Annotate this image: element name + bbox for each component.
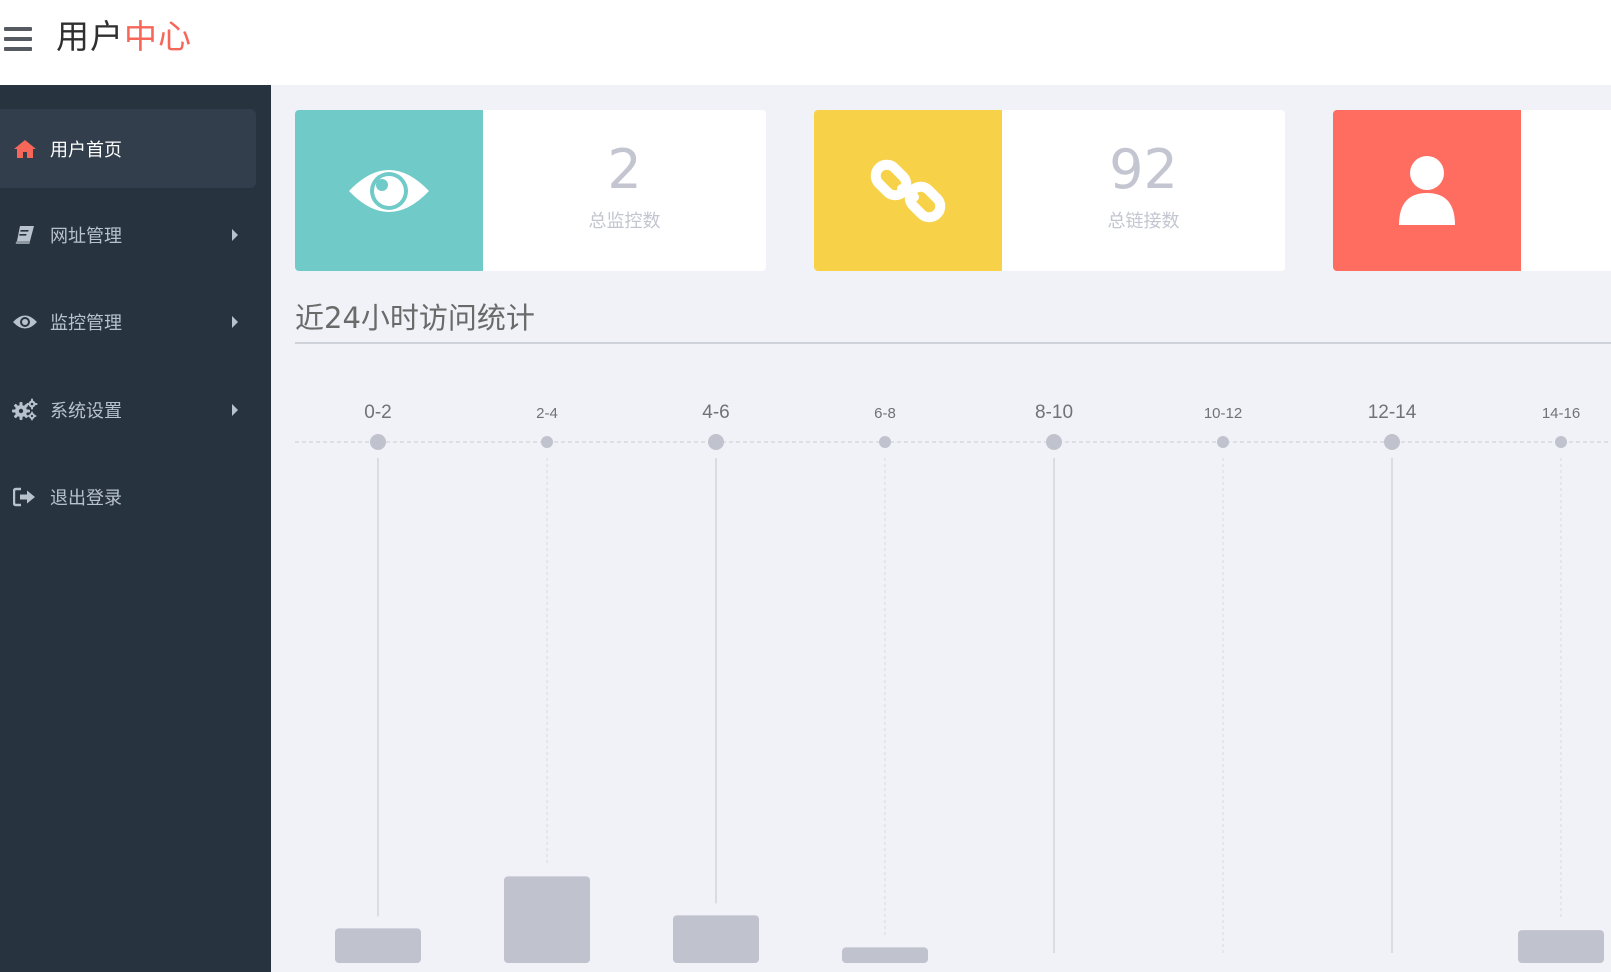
stat-card-users [1333,110,1611,271]
section-title: 近24小时访问统计 [295,301,535,335]
timeline-node [1217,436,1229,448]
category-label: 2-4 [536,405,558,422]
sidebar-item-label: 系统设置 [50,400,122,422]
bar [335,928,421,963]
sidebar-item-label: 用户首页 [50,139,122,161]
sidebar-item-label: 网址管理 [50,225,122,247]
eye-icon [295,110,483,271]
timeline-node [1555,436,1567,448]
hamburger-icon[interactable] [4,27,34,51]
caret-right-icon [232,228,238,241]
visits-chart: 0-2 2-4 4-6 6-8 8-10 10-12 12-14 14-16 [295,402,1611,963]
app-title: 用户中心 [56,14,192,60]
timeline-node [1384,434,1400,450]
sidebar-item-logout[interactable]: 退出登录 [0,457,256,536]
bar [1518,930,1604,963]
app-title-accent: 中心 [124,17,192,56]
category-label: 6-8 [874,405,896,422]
sidebar-item-url-management[interactable]: 网址管理 [0,195,256,274]
link-icon [814,110,1002,271]
gears-icon [12,398,38,421]
category-label: 10-12 [1204,405,1242,422]
timeline-node [541,436,553,448]
eye-icon [12,311,38,333]
bar [504,876,590,963]
caret-right-icon [232,315,238,328]
timeline-node [708,434,724,450]
category-label: 14-16 [1542,405,1580,422]
user-icon [1333,110,1521,271]
top-header: 用户中心 [0,0,1611,85]
timeline-node [1046,434,1062,450]
timeline-node [370,434,386,450]
stat-label: 总监控数 [588,211,661,232]
home-icon [12,138,38,160]
category-label: 4-6 [702,402,729,423]
timeline-node [879,436,891,448]
app-title-main: 用户 [56,17,124,56]
book-icon [12,224,38,246]
section-divider [295,342,1611,344]
category-label: 8-10 [1035,402,1073,423]
bar [842,947,928,963]
category-label: 0-2 [364,402,391,423]
stat-value: 2 [607,138,642,201]
category-label: 12-14 [1368,402,1417,423]
sidebar-item-home[interactable]: 用户首页 [0,109,256,188]
bar [673,915,759,963]
stat-value: 92 [1109,138,1178,201]
sidebar: 用户首页 网址管理 监控管理 系统设置 退出登录 [0,85,271,972]
stat-card-monitors: 2 总监控数 [295,110,766,271]
stat-card-links: 92 总链接数 [814,110,1285,271]
sidebar-item-monitor-management[interactable]: 监控管理 [0,282,256,361]
sidebar-item-label: 退出登录 [50,487,122,509]
caret-right-icon [232,403,238,416]
sign-out-icon [12,486,38,508]
sidebar-item-label: 监控管理 [50,312,122,334]
stat-label: 总链接数 [1107,211,1180,232]
sidebar-item-system-settings[interactable]: 系统设置 [0,370,256,449]
